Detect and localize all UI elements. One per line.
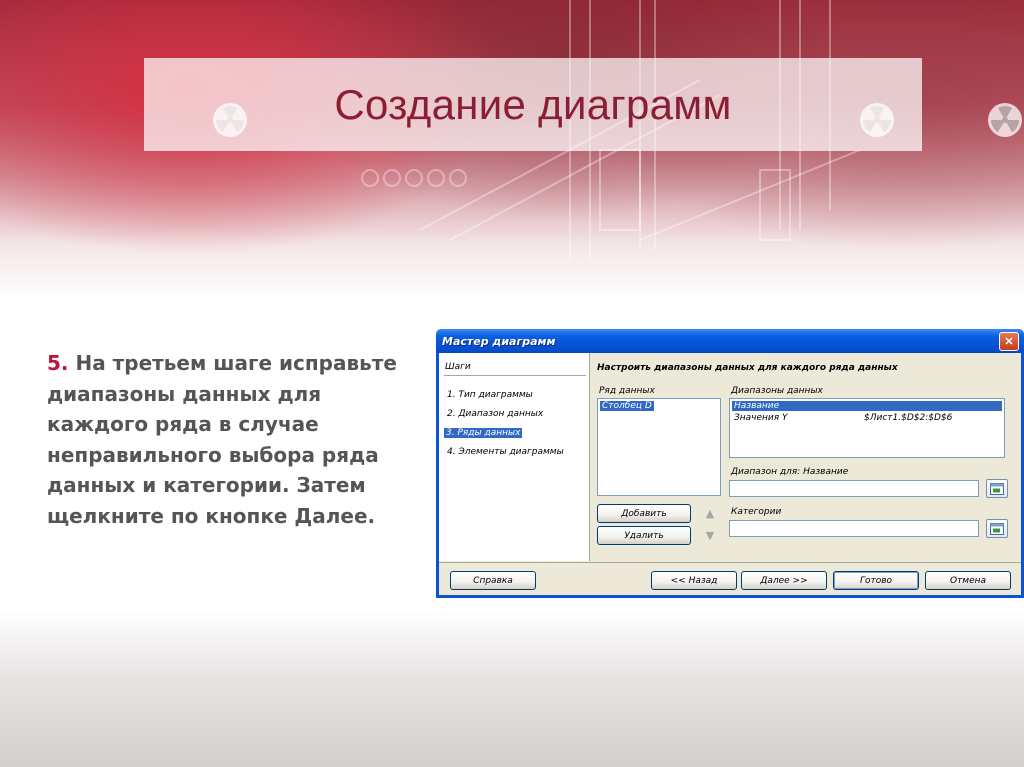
range-for-input[interactable]	[729, 480, 979, 497]
chart-wizard-dialog: Мастер диаграмм ✕ Шаги 1. Тип диаграммы …	[436, 329, 1024, 598]
back-button[interactable]: << Назад	[651, 571, 737, 590]
range-name: Название	[734, 401, 780, 411]
steps-panel: Шаги 1. Тип диаграммы 2. Диапазон данных…	[439, 353, 590, 561]
range-picker-icon	[990, 522, 1004, 535]
step-chart-elements[interactable]: 4. Элементы диаграммы	[445, 447, 566, 457]
radiation-icon	[988, 103, 1022, 137]
help-button[interactable]: Справка	[450, 571, 536, 590]
slide-footer-background	[0, 610, 1024, 767]
series-listbox[interactable]: Столбец D	[597, 398, 721, 496]
instruction-body: На третьем шаге исправьте диапазоны данн…	[47, 351, 397, 528]
range-picker-button[interactable]	[986, 479, 1008, 498]
instruction-text: 5. На третьем шаге исправьте диапазоны д…	[47, 348, 407, 531]
range-for-label: Диапазон для: Название	[731, 467, 849, 477]
categories-input[interactable]	[729, 520, 979, 537]
range-value: $Лист1.$D$2:$D$6	[864, 413, 953, 423]
up-arrow-icon: ▲	[705, 507, 715, 520]
series-item[interactable]: Столбец D	[600, 401, 654, 411]
move-up-button[interactable]: ▲	[700, 504, 720, 523]
close-button[interactable]: ✕	[999, 331, 1019, 351]
next-button[interactable]: Далее >>	[741, 571, 827, 590]
categories-label: Категории	[731, 507, 782, 517]
steps-header: Шаги	[445, 362, 471, 372]
title-box: Создание диаграмм	[144, 58, 922, 151]
dialog-titlebar[interactable]: Мастер диаграмм ✕	[436, 329, 1024, 353]
cancel-button[interactable]: Отмена	[925, 571, 1011, 590]
step-data-series[interactable]: 3. Ряды данных	[444, 428, 523, 438]
down-arrow-icon: ▼	[705, 529, 715, 542]
dialog-title: Мастер диаграмм	[442, 334, 556, 348]
dialog-body: Шаги 1. Тип диаграммы 2. Диапазон данных…	[439, 353, 1021, 595]
remove-series-button[interactable]: Удалить	[597, 526, 691, 545]
step-chart-type[interactable]: 1. Тип диаграммы	[445, 390, 535, 400]
divider	[444, 375, 586, 376]
step-data-range[interactable]: 2. Диапазон данных	[445, 409, 545, 419]
range-picker-icon	[990, 482, 1004, 495]
add-series-button[interactable]: Добавить	[597, 504, 691, 523]
step-number: 5.	[47, 351, 69, 375]
move-down-button[interactable]: ▼	[700, 526, 720, 545]
ranges-label: Диапазоны данных	[731, 386, 823, 396]
series-label: Ряд данных	[599, 386, 655, 396]
range-row-name[interactable]: Название	[732, 401, 1002, 411]
range-row-values[interactable]: Значения Y $Лист1.$D$2:$D$6	[732, 413, 1002, 423]
close-icon: ✕	[1004, 335, 1014, 348]
finish-button[interactable]: Готово	[833, 571, 919, 590]
divider	[439, 562, 1021, 563]
slide-title: Создание диаграмм	[334, 80, 732, 128]
main-heading: Настроить диапазоны данных для каждого р…	[597, 363, 898, 373]
categories-picker-button[interactable]	[986, 519, 1008, 538]
range-name: Значения Y	[734, 413, 788, 423]
ranges-listbox[interactable]: Название Значения Y $Лист1.$D$2:$D$6	[729, 398, 1005, 458]
